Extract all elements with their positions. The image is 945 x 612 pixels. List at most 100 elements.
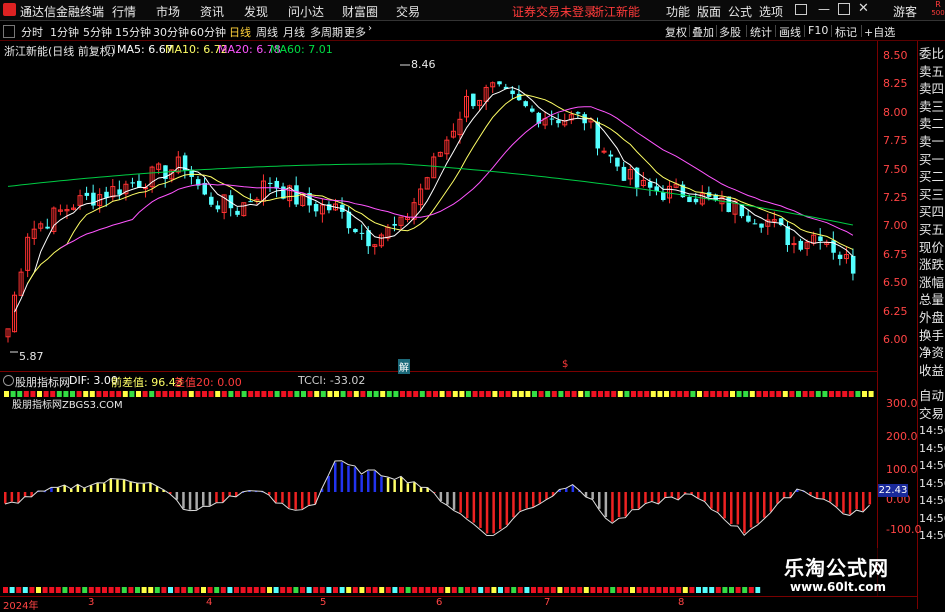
window-icon[interactable] (795, 4, 807, 15)
menu-gongneng[interactable]: 功能 (666, 3, 690, 20)
indicator-chart[interactable] (0, 388, 877, 596)
btn-huaxian[interactable]: 画线 (779, 24, 801, 40)
signal-ribbon-cell (730, 391, 735, 397)
r500-badge: R 500 (931, 0, 945, 20)
ribbon-cell (16, 587, 22, 593)
price-tick: 8.25 (883, 77, 908, 91)
ribbon-cell (240, 587, 246, 593)
signal-ribbon-cell (855, 391, 861, 397)
tab-multi-period[interactable]: 多周期 (310, 24, 343, 40)
signal-ribbon-cell (604, 391, 610, 397)
signal-ribbon-cell (584, 391, 590, 397)
ribbon-cell (583, 587, 589, 593)
minimize-icon[interactable]: — (818, 2, 830, 16)
trade-login-notice[interactable]: 证券交易未登录 (512, 3, 596, 20)
sub-indicator-settings-icon[interactable] (3, 375, 14, 386)
btn-diejia[interactable]: 叠加 (692, 24, 714, 40)
histogram-bar (182, 492, 185, 509)
tab-weekly[interactable]: 周线 (256, 24, 278, 40)
signal-ribbon-cell (307, 391, 313, 397)
histogram-bar (710, 492, 713, 509)
candle-body (818, 236, 823, 241)
maximize-icon[interactable] (838, 3, 850, 15)
ribbon-cell (418, 587, 424, 593)
ribbon-cell (550, 587, 556, 593)
btn-duogu[interactable]: 多股 (719, 24, 741, 40)
unlock-marker[interactable]: 解 (398, 359, 410, 374)
btn-f10[interactable]: F10 (808, 24, 828, 37)
menu-caifuquan[interactable]: 财富圈 (342, 3, 378, 20)
indicator-tick: 200.0 (886, 430, 918, 443)
candle-body (661, 192, 666, 200)
quote-field: 买四 (919, 204, 945, 220)
candlestick-chart[interactable] (0, 41, 877, 371)
signal-ribbon-cell (439, 391, 445, 397)
candle-body (268, 182, 273, 184)
tab-30min[interactable]: 30分钟 (153, 24, 189, 40)
signal-ribbon-cell (96, 391, 102, 397)
menu-xuanxiang[interactable]: 选项 (759, 3, 783, 20)
tab-15min[interactable]: 15分钟 (115, 24, 151, 40)
menu-faxian[interactable]: 发现 (244, 3, 268, 20)
price-axis-divider (877, 41, 878, 596)
menu-hangqing[interactable]: 行情 (112, 3, 136, 20)
ribbon-cell (55, 587, 61, 593)
quote-field: 卖三 (919, 98, 945, 114)
signal-ribbon-cell (419, 391, 425, 397)
ribbon-cell (306, 587, 312, 593)
ribbon-cell (214, 587, 220, 593)
tab-fenshi[interactable]: 分时 (21, 24, 43, 40)
signal-ribbon-cell (763, 391, 768, 397)
quote-field[interactable]: 交易 (919, 403, 945, 422)
btn-tongji[interactable]: 统计 (750, 24, 772, 40)
signal-ribbon-cell (697, 391, 702, 397)
menu-jiaoyi[interactable]: 交易 (396, 3, 420, 20)
histogram-bar (89, 485, 93, 492)
menu-shichang[interactable]: 市场 (156, 3, 180, 20)
menu-gongshi[interactable]: 公式 (728, 3, 752, 20)
dividend-marker[interactable]: $ (562, 359, 568, 370)
ribbon-cell (161, 587, 167, 593)
signal-ribbon-cell (485, 391, 491, 397)
btn-biaoji[interactable]: 标记 (835, 24, 857, 40)
tab-more[interactable]: 更多 (344, 24, 366, 40)
candle-body (209, 196, 214, 205)
signal-ribbon-cell (565, 391, 570, 397)
x-axis-line (0, 596, 917, 597)
guest-label[interactable]: 游客 (893, 3, 917, 20)
menu-banmian[interactable]: 版面 (697, 3, 721, 20)
ribbon-cell (702, 587, 708, 593)
ribbon-cell (405, 587, 411, 593)
ribbon-cell (682, 587, 688, 593)
btn-add-favorite[interactable]: +自选 (864, 24, 895, 40)
signal-ribbon-cell (538, 391, 544, 397)
ribbon-cell (491, 587, 497, 593)
menu-wenxiaoda[interactable]: 问小达 (288, 3, 324, 20)
close-icon[interactable]: ✕ (858, 1, 869, 16)
signal-ribbon-cell (809, 391, 815, 397)
histogram-bar (287, 492, 291, 508)
panel-toggle-icon[interactable] (3, 25, 15, 38)
tab-monthly[interactable]: 月线 (283, 24, 305, 40)
menu-zixun[interactable]: 资讯 (200, 3, 224, 20)
histogram-bar (703, 492, 707, 502)
btn-fuquan[interactable]: 复权 (665, 24, 687, 40)
more-chevron-icon[interactable]: › (368, 23, 372, 34)
histogram-bar (756, 492, 759, 524)
tab-5min[interactable]: 5分钟 (83, 24, 112, 40)
ribbon-cell (696, 587, 701, 593)
ribbon-cell (451, 587, 457, 593)
quote-field[interactable]: 自动 (919, 385, 945, 404)
histogram-bar (598, 492, 601, 509)
signal-ribbon-cell (413, 391, 419, 397)
ribbon-cell (227, 587, 233, 593)
tab-daily[interactable]: 日线 (229, 24, 251, 40)
tab-60min[interactable]: 60分钟 (190, 24, 226, 40)
ribbon-cell (75, 587, 81, 593)
tab-1min[interactable]: 1分钟 (50, 24, 79, 40)
ribbon-cell (715, 587, 721, 593)
x-label-aug: 8 (678, 597, 685, 608)
quote-field: 涨跌 (919, 257, 945, 273)
signal-ribbon-cell (261, 391, 267, 397)
signal-ribbon-cell (664, 391, 669, 397)
